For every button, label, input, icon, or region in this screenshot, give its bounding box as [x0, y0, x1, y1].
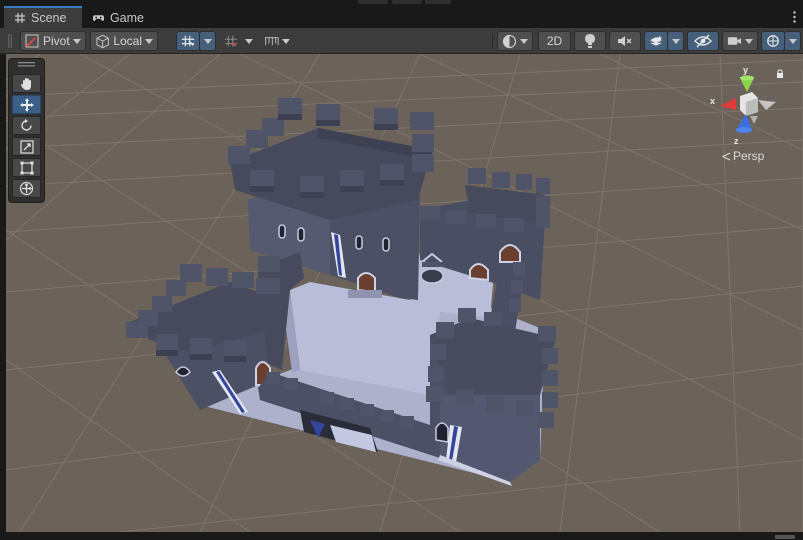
shading-mode-icon: [502, 34, 517, 48]
window-drag-notch: [358, 0, 388, 4]
effects-dropdown[interactable]: [667, 31, 684, 51]
audio-toggle[interactable]: [609, 31, 641, 51]
pivot-dropdown[interactable]: Pivot: [20, 31, 86, 51]
grid-snap-dropdown[interactable]: [199, 31, 216, 51]
grid-dropdown-icon: [224, 35, 238, 47]
camera-icon: [727, 37, 742, 45]
gizmo-y-label: y: [743, 65, 748, 75]
lighting-toggle[interactable]: [574, 31, 606, 51]
move-arrows-icon: [19, 97, 34, 112]
bottom-status-strip: [0, 532, 803, 540]
hand-tool-button[interactable]: [12, 74, 41, 93]
status-indicator: [775, 535, 795, 539]
pivot-label: Pivot: [43, 34, 70, 48]
chevron-down-icon: [671, 38, 680, 44]
chevron-down-icon: [520, 38, 528, 44]
chevron-down-icon: [245, 38, 253, 44]
lock-icon[interactable]: [776, 69, 784, 78]
grid-hash-icon: [15, 13, 25, 23]
gizmos-toggle[interactable]: [761, 31, 785, 51]
scale-icon: [19, 139, 34, 154]
2d-toggle[interactable]: 2D: [538, 31, 571, 51]
transform-tool-button[interactable]: [12, 179, 41, 198]
ruler-icon: [264, 37, 279, 46]
tab-bar: Scene Game: [0, 0, 803, 28]
gizmo-x-label: x: [710, 96, 715, 106]
tab-scene-label: Scene: [31, 11, 67, 25]
rotate-icon: [21, 119, 32, 131]
chevron-down-icon: [745, 38, 753, 44]
grid-snap-toggle[interactable]: [176, 31, 200, 51]
effects-toggle[interactable]: [644, 31, 668, 51]
audio-mute-icon: [618, 36, 632, 46]
increment-snap-dropdown[interactable]: [259, 31, 295, 51]
2d-label: 2D: [546, 34, 563, 48]
local-dropdown[interactable]: Local: [90, 31, 158, 51]
grid-snap-icon: [181, 35, 195, 47]
light-bulb-icon: [585, 34, 595, 48]
toolbar-divider: [492, 34, 493, 48]
scene-render[interactable]: [6, 54, 803, 532]
tab-game-label: Game: [109, 11, 144, 25]
chevron-down-icon: [145, 38, 153, 44]
perspective-chevron-icon: [722, 151, 731, 161]
pivot-icon: [25, 34, 39, 48]
window-drag-notch: [392, 0, 422, 4]
rotate-tool-button[interactable]: [12, 116, 41, 135]
effects-stack-icon: [649, 35, 663, 46]
transform-icon: [19, 181, 34, 196]
visibility-icon: [694, 34, 712, 48]
move-tool-button[interactable]: [12, 95, 41, 114]
chevron-down-icon: [282, 38, 290, 44]
local-label: Local: [113, 34, 142, 48]
scene-viewport[interactable]: [6, 54, 803, 532]
local-cube-icon: [96, 34, 109, 48]
chevron-down-icon: [788, 38, 797, 44]
scene-visibility-toggle[interactable]: [687, 31, 719, 51]
projection-toggle[interactable]: Persp: [722, 149, 764, 163]
gamepad-icon: [92, 15, 105, 21]
scene-toolbar: Pivot Local 2D: [0, 28, 803, 54]
gizmos-icon: [767, 35, 779, 47]
gizmo-x-axis[interactable]: [720, 98, 736, 110]
camera-dropdown[interactable]: [722, 31, 758, 51]
shading-mode-dropdown[interactable]: [497, 31, 533, 51]
gizmo-z-label: z: [734, 136, 739, 146]
toolbar-grip-icon[interactable]: [8, 34, 12, 48]
gizmos-dropdown[interactable]: [784, 31, 801, 51]
tool-palette: [8, 58, 45, 203]
projection-label: Persp: [733, 149, 765, 163]
palette-handle-icon[interactable]: [18, 62, 35, 67]
grid-options-dropdown[interactable]: [242, 31, 256, 51]
tab-game[interactable]: Game: [82, 8, 152, 28]
hand-icon: [20, 77, 31, 90]
chevron-down-icon: [72, 38, 81, 44]
chevron-down-icon: [203, 38, 212, 44]
scale-tool-button[interactable]: [12, 137, 41, 156]
rect-transform-icon: [20, 161, 33, 174]
more-options-icon[interactable]: [793, 11, 796, 23]
tab-scene[interactable]: Scene: [4, 6, 82, 28]
window-drag-notch: [425, 0, 451, 4]
rect-tool-button[interactable]: [12, 158, 41, 177]
grid-visibility-toggle[interactable]: [219, 31, 243, 51]
